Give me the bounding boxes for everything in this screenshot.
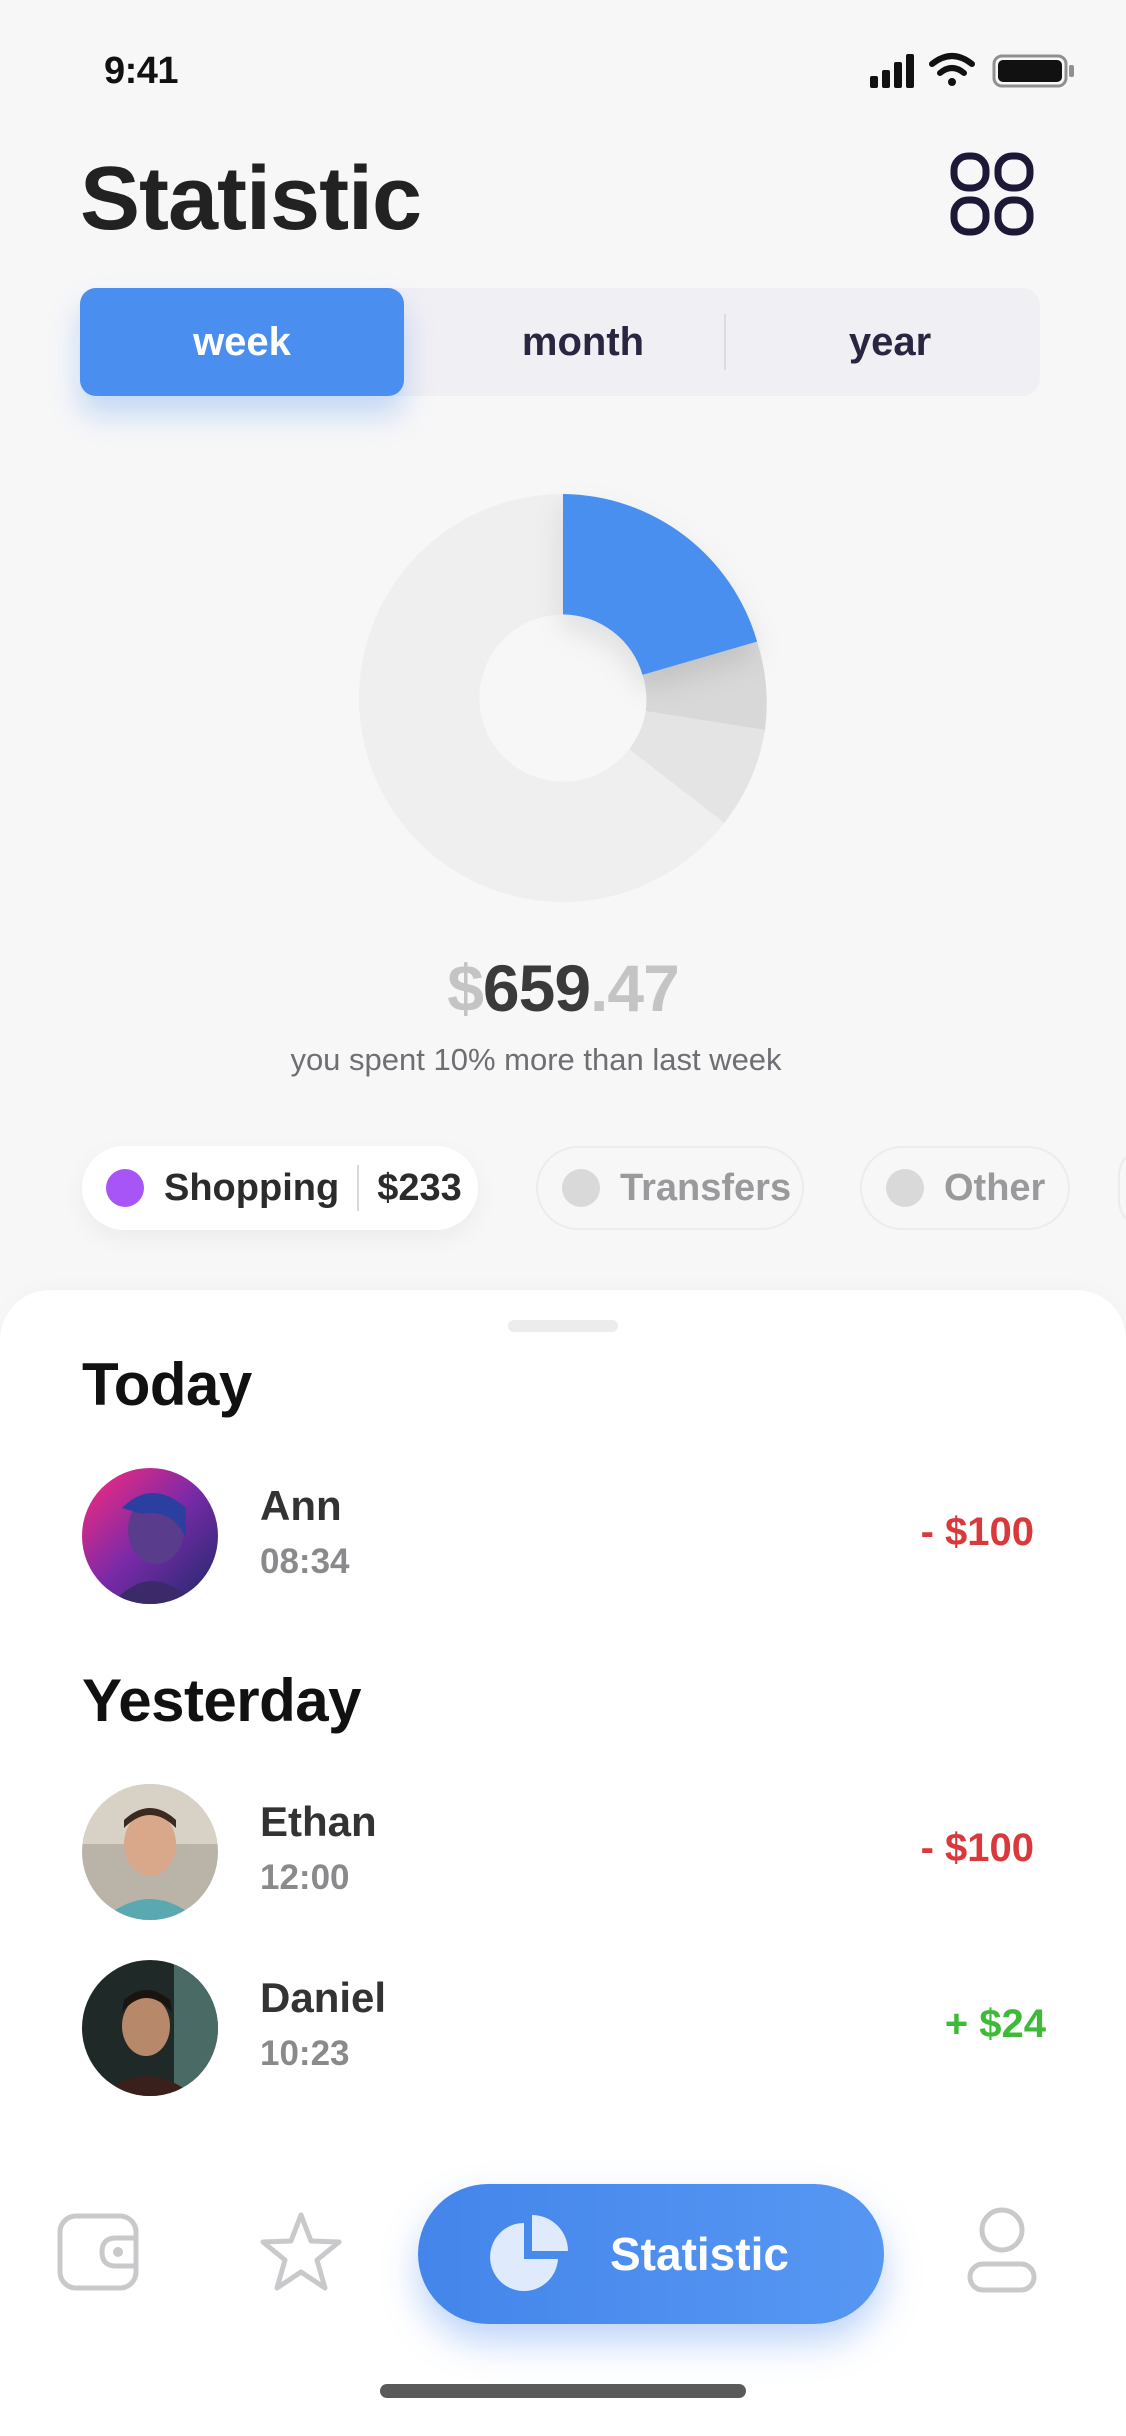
transaction-amount: - $100 xyxy=(920,1510,1034,1554)
transaction-name: Ethan xyxy=(260,1798,377,1845)
pie-chart-icon xyxy=(490,2215,568,2291)
transaction-time: 12:00 xyxy=(260,1858,350,1897)
tab-month[interactable]: month xyxy=(422,288,744,396)
sheet-handle[interactable] xyxy=(508,1320,618,1332)
chip-divider xyxy=(357,1165,360,1211)
avatar xyxy=(82,1468,218,1604)
transaction-name: Daniel xyxy=(260,1974,387,2021)
home-indicator xyxy=(380,2384,746,2398)
wifi-icon xyxy=(929,53,975,86)
transaction-amount: + $24 xyxy=(944,2002,1046,2046)
status-bar: 9:41 xyxy=(0,0,1126,140)
other-dot-icon xyxy=(886,1169,924,1207)
star-icon[interactable] xyxy=(258,2210,344,2294)
status-icons xyxy=(870,53,1074,88)
transfers-dot-icon xyxy=(562,1169,600,1207)
transaction-row[interactable]: Ann 08:34 - $100 xyxy=(82,1468,1052,1604)
avatar xyxy=(82,1784,218,1920)
category-chip-transfers[interactable]: Transfers xyxy=(536,1146,804,1230)
shopping-dot-icon xyxy=(106,1169,144,1207)
currency-symbol: $ xyxy=(447,951,484,1025)
donut-segment-shopping xyxy=(563,494,758,675)
transaction-time: 08:34 xyxy=(260,1542,350,1581)
transaction-amount: - $100 xyxy=(920,1826,1034,1870)
transaction-row[interactable]: Ethan 12:00 - $100 xyxy=(82,1784,1052,1920)
signal-icon xyxy=(870,54,914,88)
total-spent: $659.47 xyxy=(0,950,1126,1026)
period-tabs: month year week xyxy=(80,288,1040,396)
chip-label: Shopping xyxy=(164,1166,340,1209)
spending-donut-chart xyxy=(359,494,767,902)
bottom-navigation: Statistic xyxy=(0,2170,1126,2340)
transaction-name: Ann xyxy=(260,1482,342,1529)
amount-decimal: .47 xyxy=(590,951,680,1025)
tab-divider xyxy=(724,314,726,370)
transaction-row[interactable]: Daniel 10:23 + $24 xyxy=(82,1960,1052,2096)
comparison-note: you spent 10% more than last week xyxy=(290,1042,782,1077)
battery-icon xyxy=(992,54,1074,88)
page-title: Statistic xyxy=(80,149,422,249)
section-title-yesterday: Yesterday xyxy=(82,1667,362,1734)
wallet-icon[interactable] xyxy=(56,2212,140,2292)
category-chip-shopping[interactable]: Shopping $233 xyxy=(82,1146,478,1230)
avatar xyxy=(82,1960,218,2096)
nav-active-label: Statistic xyxy=(610,2228,789,2280)
category-chip-other[interactable]: Other xyxy=(860,1146,1070,1230)
chip-label: Other xyxy=(944,1166,1046,1209)
nav-statistic-button[interactable]: Statistic xyxy=(418,2184,884,2324)
tab-year[interactable]: year xyxy=(742,288,1038,396)
status-time: 9:41 xyxy=(104,50,179,92)
tab-week[interactable]: week xyxy=(80,288,404,396)
amount-main: 659 xyxy=(482,951,591,1025)
chip-label: Transfers xyxy=(620,1166,792,1209)
section-title-today: Today xyxy=(82,1351,252,1418)
category-chip-more[interactable] xyxy=(1118,1146,1126,1230)
transaction-time: 10:23 xyxy=(260,2034,350,2073)
profile-icon[interactable] xyxy=(966,2206,1038,2294)
grid-menu-icon[interactable] xyxy=(950,152,1034,236)
chip-value: $233 xyxy=(377,1166,462,1209)
